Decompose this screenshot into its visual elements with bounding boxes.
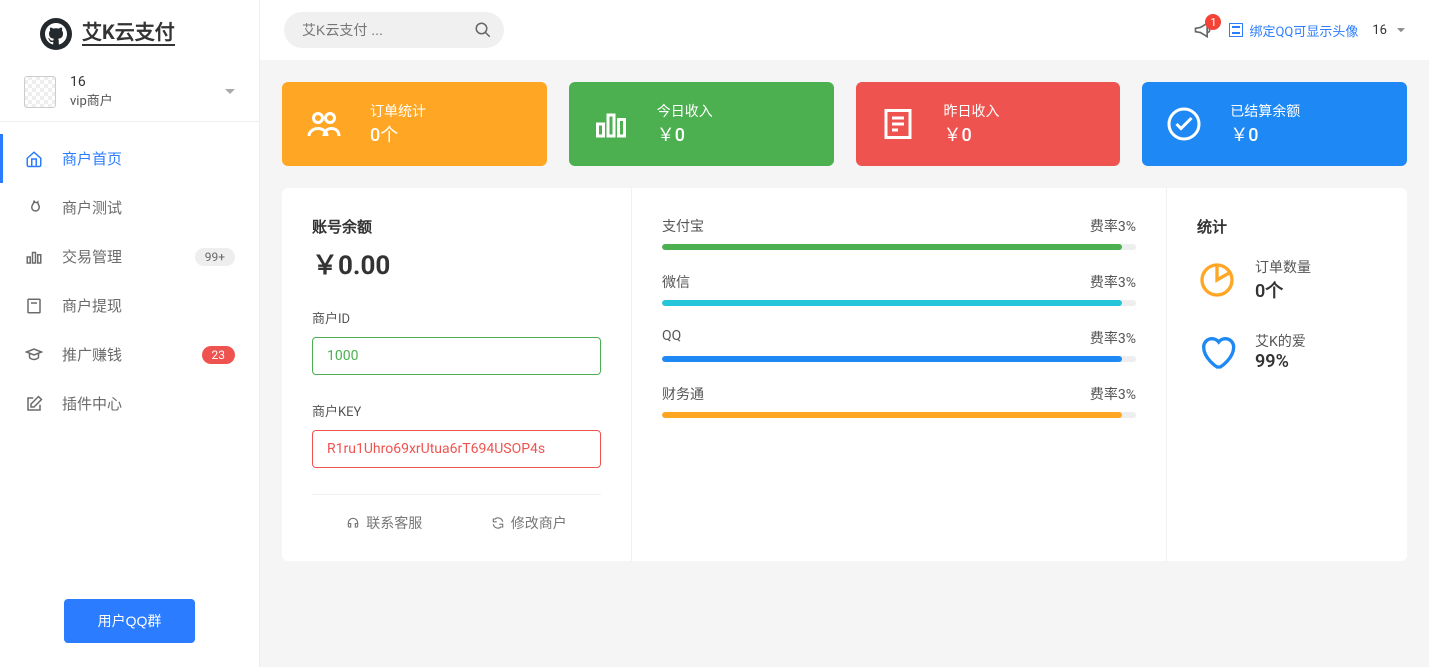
search [284,12,504,48]
calculator-icon [24,296,44,316]
merchant-id-field[interactable]: 1000 [312,337,601,375]
stat-value: 0个 [370,121,426,147]
headset-icon [346,516,360,530]
stat-item-love: 艾K的爱 99% [1197,331,1377,372]
nav-label: 插件中心 [62,393,122,414]
stat-label: 已结算余额 [1230,101,1300,121]
broken-image-icon [1229,23,1243,37]
stats-title: 统计 [1197,216,1377,237]
balance-panel: 账号余额 ￥0.00 商户ID 1000 商户KEY R1ru1Uhro69xr… [282,188,632,561]
rate-qq: QQ费率3% [662,328,1136,362]
nav-withdraw[interactable]: 商户提现 [0,281,259,330]
sidebar: 艾K云支付 16 vip商户 商户首页 商户测 [0,0,260,667]
rates-panel: 支付宝费率3% 微信费率3% QQ费率3% 财务通费率3% [632,188,1167,561]
stat-label: 订单统计 [370,101,426,121]
stat-value: ￥0 [657,121,713,147]
nav-test[interactable]: 商户测试 [0,183,259,232]
stat-settled[interactable]: 已结算余额 ￥0 [1142,82,1407,166]
rate-wechat: 微信费率3% [662,272,1136,306]
bar-chart-icon [593,106,629,142]
brand-name: 艾K云支付 [82,22,175,46]
nav: 商户首页 商户测试 交易管理 99+ 商户提现 [0,122,259,575]
pie-chart-icon [1197,260,1237,300]
heart-icon [1197,332,1237,372]
users-icon [306,106,342,142]
nav-home[interactable]: 商户首页 [0,134,259,183]
chevron-down-icon [225,89,235,95]
merchant-key-field[interactable]: R1ru1Uhro69xrUtua6rT694USOP4s [312,430,601,468]
nav-label: 推广赚钱 [62,344,122,365]
check-circle-icon [1166,106,1202,142]
topbar: 1 绑定QQ可显示头像 16 [260,0,1429,60]
user-type: vip商户 [70,90,113,109]
user-avatar-placeholder [24,76,56,108]
user-id: 16 [70,74,113,90]
github-icon [40,18,72,50]
search-input[interactable] [284,12,504,48]
contact-support[interactable]: 联系客服 [346,513,422,533]
nav-promote[interactable]: 推广赚钱 23 [0,330,259,379]
stat-value: ￥0 [944,121,1000,147]
notifications[interactable]: 1 [1193,20,1213,40]
stat-yesterday[interactable]: 昨日收入 ￥0 [856,82,1121,166]
merchant-key-label: 商户KEY [312,401,601,420]
main: 1 绑定QQ可显示头像 16 订单统计 0 [260,0,1429,667]
nav-label: 商户首页 [62,148,122,169]
content: 订单统计 0个 今日收入 ￥0 [260,60,1429,583]
qq-group-button[interactable]: 用户QQ群 [64,599,196,643]
rate-caiwutong: 财务通费率3% [662,384,1136,418]
user-selector[interactable]: 16 vip商户 [0,62,259,122]
caret-down-icon [1397,28,1405,33]
home-icon [24,149,44,169]
nav-transactions[interactable]: 交易管理 99+ [0,232,259,281]
flame-icon [24,198,44,218]
refresh-icon [491,516,505,530]
stat-label: 昨日收入 [944,101,1000,121]
nav-badge: 99+ [195,248,235,266]
bar-chart-icon [24,247,44,267]
stat-today[interactable]: 今日收入 ￥0 [569,82,834,166]
rate-alipay: 支付宝费率3% [662,216,1136,250]
balance-value: ￥0.00 [312,245,601,282]
brand[interactable]: 艾K云支付 [0,0,259,62]
search-icon[interactable] [474,21,492,39]
stats-panel: 统计 订单数量 0个 [1167,188,1407,561]
stat-orders[interactable]: 订单统计 0个 [282,82,547,166]
stat-item-orders: 订单数量 0个 [1197,257,1377,303]
merchant-id-label: 商户ID [312,308,601,327]
nav-plugins[interactable]: 插件中心 [0,379,259,428]
avatar-text: 绑定QQ可显示头像 [1249,21,1358,40]
topbar-user[interactable]: 绑定QQ可显示头像 16 [1229,21,1405,40]
nav-badge: 23 [202,346,236,364]
nav-label: 商户提现 [62,295,122,316]
stat-label: 今日收入 [657,101,713,121]
balance-title: 账号余额 [312,216,601,237]
stat-value: ￥0 [1230,121,1300,147]
nav-label: 商户测试 [62,197,122,218]
edit-icon [24,394,44,414]
nav-label: 交易管理 [62,246,122,267]
modify-merchant[interactable]: 修改商户 [491,513,567,533]
receipt-icon [880,106,916,142]
stat-cards: 订单统计 0个 今日收入 ￥0 [282,82,1407,166]
panels: 账号余额 ￥0.00 商户ID 1000 商户KEY R1ru1Uhro69xr… [282,188,1407,561]
notify-badge: 1 [1205,14,1221,30]
topbar-uid: 16 [1372,23,1387,38]
graduation-cap-icon [24,345,44,365]
